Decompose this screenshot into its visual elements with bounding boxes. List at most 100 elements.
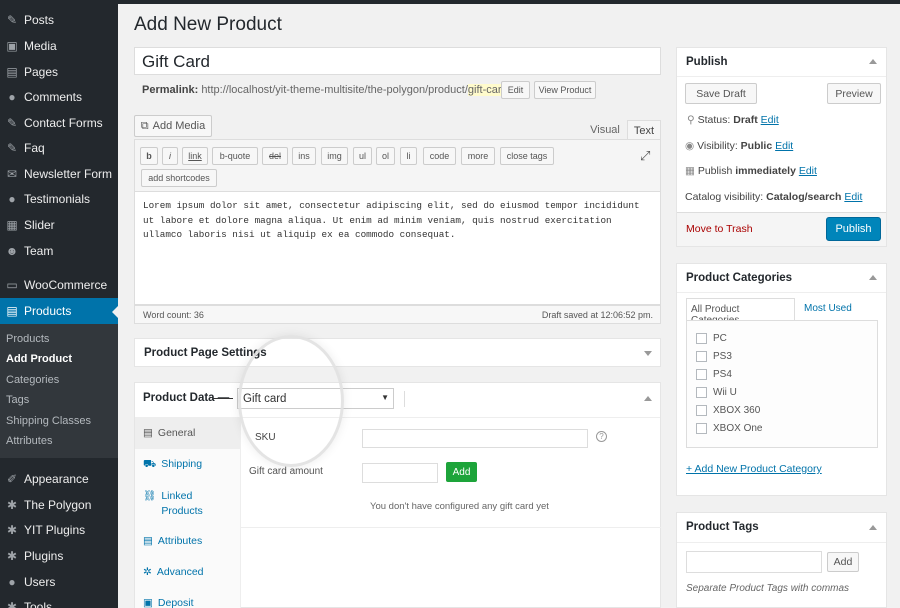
toggle-up-icon[interactable]: [869, 525, 877, 530]
people-icon: ☻: [5, 244, 19, 258]
menu-users[interactable]: ● Users: [0, 569, 118, 595]
menu-comments[interactable]: ● Comments: [0, 84, 118, 110]
category-label: Wii U: [713, 387, 737, 398]
active-arrow: [112, 306, 118, 318]
visibility-edit-link[interactable]: Edit: [775, 140, 793, 152]
add-new-category-link[interactable]: + Add New Product Category: [686, 463, 822, 475]
menu-products[interactable]: ▤ Products: [0, 298, 118, 324]
status-value: Draft: [733, 114, 758, 126]
add-amount-button[interactable]: Add: [446, 462, 477, 482]
tab-deposit[interactable]: ▣ Deposit: [135, 588, 240, 608]
category-checkbox[interactable]: [696, 423, 707, 434]
qt-more[interactable]: more: [461, 147, 495, 165]
divider: [241, 527, 661, 528]
permalink-edit-button[interactable]: Edit: [501, 81, 530, 99]
tag-input[interactable]: [686, 551, 822, 573]
submenu-add-product[interactable]: Add Product: [6, 353, 72, 365]
tab-shipping[interactable]: ⛟ Shipping: [135, 449, 240, 480]
product-type-select[interactable]: Gift card ▼: [237, 388, 394, 409]
submenu-products[interactable]: Products: [6, 333, 49, 345]
qt-ol[interactable]: ol: [376, 147, 395, 165]
menu-team[interactable]: ☻ Team: [0, 238, 118, 264]
product-title-input[interactable]: Gift Card: [134, 47, 661, 75]
toggle-up-icon[interactable]: [869, 59, 877, 64]
category-checkbox[interactable]: [696, 405, 707, 416]
status-edit-link[interactable]: Edit: [761, 114, 779, 126]
qt-li[interactable]: li: [400, 147, 417, 165]
menu-faq[interactable]: ✎ Faq: [0, 135, 118, 161]
menu-woocommerce[interactable]: ▭ WooCommerce: [0, 272, 118, 298]
view-product-button[interactable]: View Product: [534, 81, 596, 99]
comment-icon: ●: [8, 192, 16, 206]
menu-the-polygon[interactable]: ✱ The Polygon: [0, 492, 118, 518]
qt-ul[interactable]: ul: [353, 147, 372, 165]
menu-label: Products: [24, 304, 72, 318]
qt-link[interactable]: link: [182, 147, 208, 165]
fullscreen-icon[interactable]: ⤢: [640, 148, 650, 164]
tab-visual[interactable]: Visual: [584, 120, 626, 140]
move-to-trash-link[interactable]: Move to Trash: [686, 223, 753, 235]
qt-code[interactable]: code: [423, 147, 456, 165]
publish-date-row: ▦ Publish immediately Edit: [685, 165, 817, 177]
sku-input[interactable]: [362, 429, 588, 448]
page-title: Add New Product: [134, 14, 282, 35]
media-icon: ⧉: [140, 119, 149, 132]
submenu-attributes[interactable]: Attributes: [6, 435, 52, 447]
tab-most-used[interactable]: Most Used: [804, 303, 852, 314]
qt-bold[interactable]: b: [140, 147, 158, 165]
help-icon[interactable]: ?: [596, 431, 607, 442]
visibility-label: Visibility:: [697, 140, 738, 152]
category-label: PC: [713, 333, 727, 344]
menu-contact-forms[interactable]: ✎ Contact Forms: [0, 110, 118, 136]
product-page-settings-box[interactable]: Product Page Settings: [134, 338, 661, 367]
qt-italic[interactable]: i: [162, 147, 178, 165]
category-label: PS4: [713, 369, 732, 380]
qt-img[interactable]: img: [321, 147, 348, 165]
menu-plugins[interactable]: ✱ Plugins: [0, 543, 118, 569]
tags-title: Product Tags: [686, 521, 759, 533]
category-checkbox[interactable]: [696, 369, 707, 380]
publish-button[interactable]: Publish: [826, 217, 881, 241]
admin-bar-edge: [118, 0, 900, 4]
tab-advanced[interactable]: ✲ Advanced: [135, 557, 240, 588]
category-checkbox[interactable]: [696, 351, 707, 362]
menu-newsletter[interactable]: ✉ Newsletter Form: [0, 161, 118, 187]
tab-attributes[interactable]: ▤ Attributes: [135, 526, 240, 557]
submenu-categories[interactable]: Categories: [6, 374, 59, 386]
menu-pages[interactable]: ▤ Pages: [0, 59, 118, 85]
menu-appearance[interactable]: ✐ Appearance: [0, 466, 118, 492]
menu-testimonials[interactable]: ● Testimonials: [0, 186, 118, 212]
qt-del[interactable]: del: [262, 147, 288, 165]
category-checkbox[interactable]: [696, 387, 707, 398]
save-draft-button[interactable]: Save Draft: [685, 83, 757, 104]
toggle-up-icon[interactable]: [869, 275, 877, 280]
tab-label: Attributes: [157, 535, 203, 547]
menu-posts[interactable]: ✎ Posts: [0, 7, 118, 33]
menu-label: Appearance: [24, 472, 89, 486]
category-checkbox[interactable]: [696, 333, 707, 344]
menu-slider[interactable]: ▦ Slider: [0, 212, 118, 238]
publish-date-edit-link[interactable]: Edit: [799, 165, 817, 177]
toggle-up-icon[interactable]: [644, 396, 652, 401]
products-icon: ▤: [6, 304, 18, 318]
tab-linked-products[interactable]: ⛓ Linked Products: [135, 480, 240, 526]
menu-tools[interactable]: ✱ Tools: [0, 594, 118, 608]
qt-close-tags[interactable]: close tags: [500, 147, 554, 165]
gift-card-amount-input[interactable]: [362, 463, 438, 483]
add-tag-button[interactable]: Add: [827, 552, 859, 572]
menu-yit-plugins[interactable]: ✱ YIT Plugins: [0, 517, 118, 543]
catalog-edit-link[interactable]: Edit: [844, 191, 862, 203]
tab-all-categories[interactable]: All Product Categories: [686, 298, 795, 326]
editor-textarea[interactable]: Lorem ipsum dolor sit amet, consectetur …: [134, 192, 661, 305]
toggle-down-icon[interactable]: [644, 351, 652, 356]
submenu-shipping-classes[interactable]: Shipping Classes: [6, 415, 91, 427]
add-media-button[interactable]: ⧉ Add Media: [134, 115, 212, 137]
menu-media[interactable]: ▣ Media: [0, 33, 118, 59]
submenu-tags[interactable]: Tags: [6, 394, 29, 406]
tab-text[interactable]: Text: [627, 120, 661, 140]
preview-button[interactable]: Preview: [827, 83, 881, 104]
qt-bquote[interactable]: b-quote: [212, 147, 258, 165]
add-shortcodes-button[interactable]: add shortcodes: [141, 169, 217, 187]
qt-ins[interactable]: ins: [292, 147, 316, 165]
tab-general[interactable]: ▤ General: [135, 418, 240, 449]
